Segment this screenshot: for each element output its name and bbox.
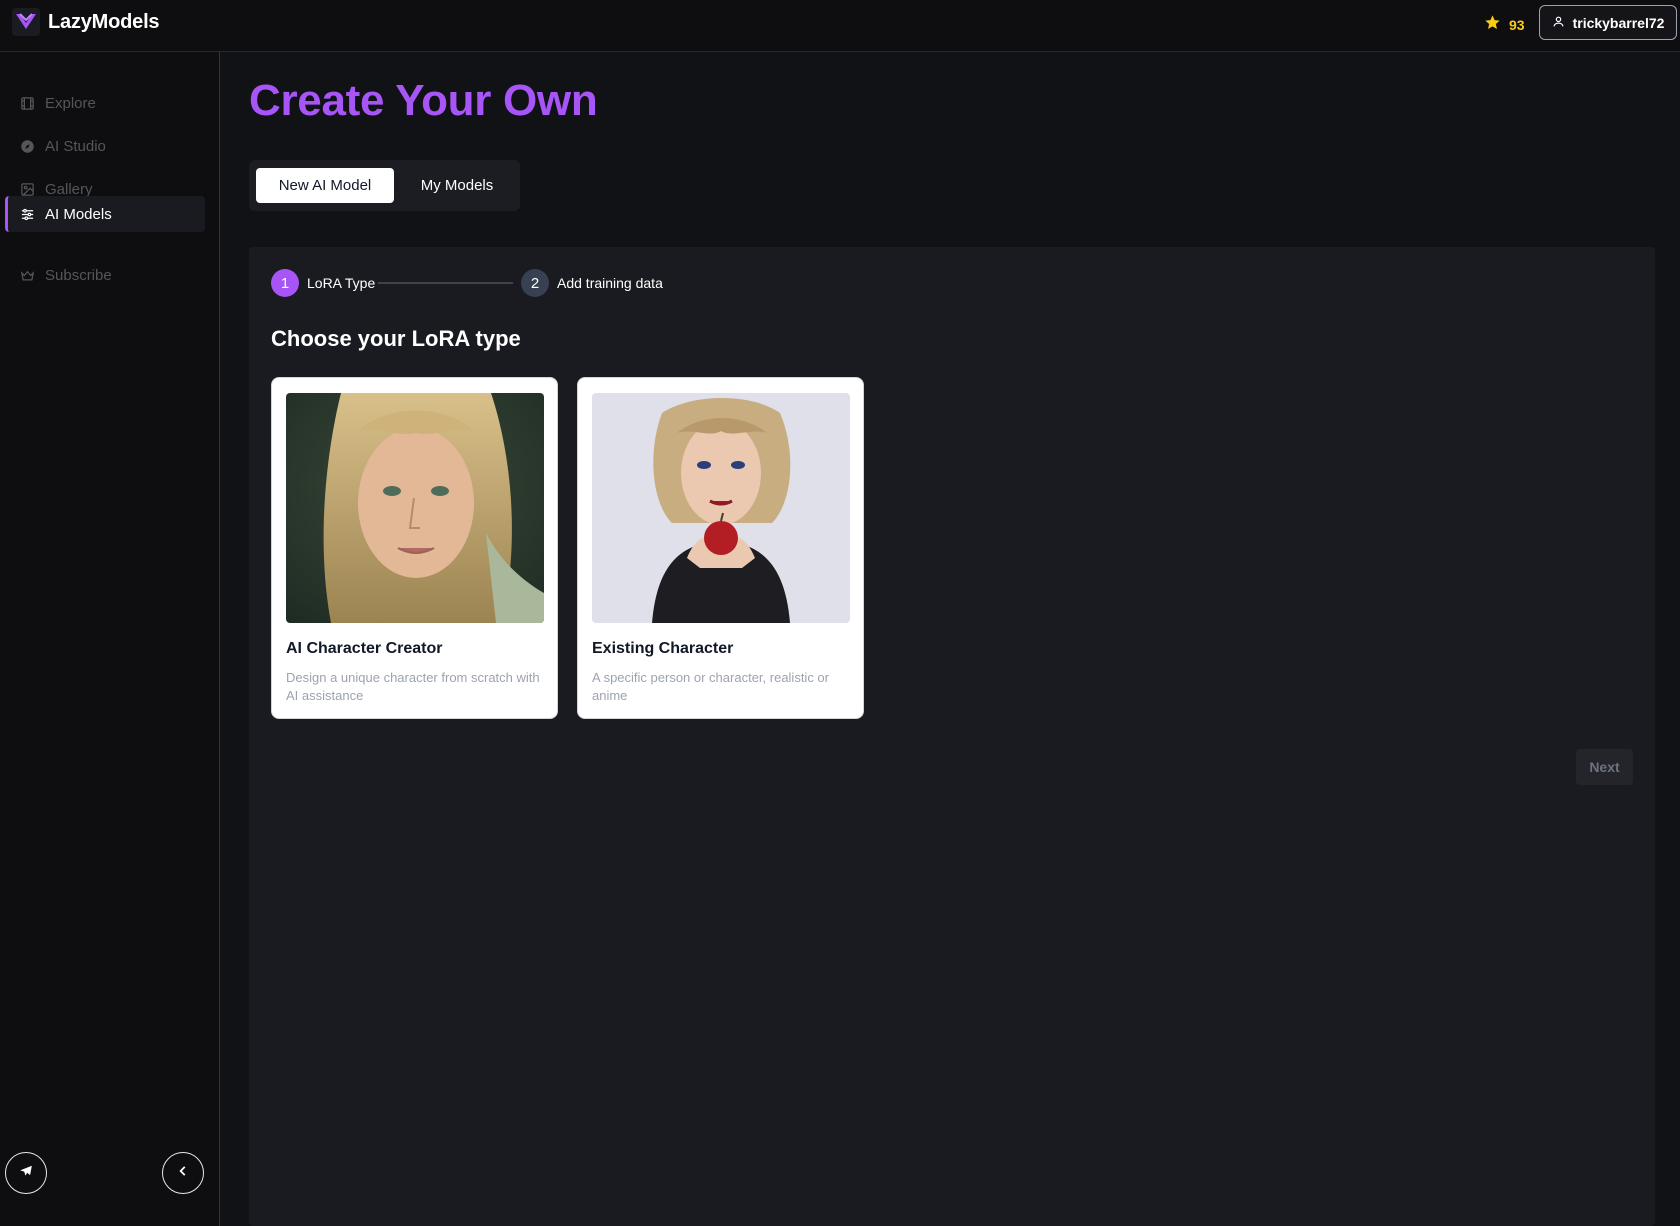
brand-logo-icon	[12, 8, 40, 36]
page-title: Create Your Own	[249, 76, 598, 125]
sidebar-item-label: Subscribe	[45, 266, 112, 284]
telegram-icon	[19, 1164, 33, 1183]
step-2-label: Add training data	[557, 275, 663, 291]
card-description: Design a unique character from scratch w…	[286, 670, 540, 703]
user-icon	[1552, 15, 1565, 31]
user-menu-button[interactable]: trickybarrel72	[1539, 5, 1677, 40]
ai-character-image	[286, 393, 544, 623]
star-icon	[1484, 14, 1501, 36]
existing-character-image	[592, 393, 850, 623]
step-1-label: LoRA Type	[307, 275, 376, 291]
sidebar-item-label: Gallery	[45, 180, 93, 198]
step-1-indicator: 1	[271, 269, 299, 297]
sidebar-item-explore[interactable]: Explore	[5, 85, 205, 121]
card-title: Existing Character	[592, 640, 734, 657]
section-title: Choose your LoRA type	[271, 326, 521, 351]
credits: 93	[1484, 12, 1525, 38]
credits-count: 93	[1509, 17, 1525, 33]
stepper-connector	[378, 282, 513, 284]
image-icon	[19, 181, 35, 197]
sidebar-item-subscribe[interactable]: Subscribe	[5, 257, 205, 293]
sidebar-item-ai-studio[interactable]: AI Studio	[5, 128, 205, 164]
lora-type-card-existing-character[interactable]: Existing Character A specific person or …	[577, 377, 864, 719]
next-button[interactable]: Next	[1576, 749, 1633, 785]
sidebar-item-label: AI Studio	[45, 137, 106, 155]
telegram-button[interactable]	[5, 1152, 47, 1194]
sidebar-item-label: Explore	[45, 94, 96, 112]
sliders-icon	[19, 206, 35, 222]
compass-icon	[19, 138, 35, 154]
brand[interactable]: LazyModels	[12, 8, 160, 36]
sidebar-item-ai-models[interactable]: AI Models	[5, 196, 205, 232]
card-description: A specific person or character, realisti…	[592, 670, 829, 703]
username: trickybarrel72	[1572, 14, 1665, 31]
tab-new-ai-model[interactable]: New AI Model	[256, 168, 394, 203]
crown-icon	[19, 267, 35, 283]
lora-type-card-ai-character[interactable]: AI Character Creator Design a unique cha…	[271, 377, 558, 719]
sidebar: Explore AI Studio Gallery AI Models Subs…	[0, 52, 220, 1226]
card-title: AI Character Creator	[286, 640, 443, 657]
brand-name: LazyModels	[48, 10, 160, 33]
tab-my-models[interactable]: My Models	[402, 168, 512, 203]
chevron-left-icon	[176, 1164, 190, 1183]
model-tabs: New AI Model My Models	[249, 160, 520, 211]
top-bar: LazyModels 93 trickybarrel72	[0, 0, 1680, 52]
film-icon	[19, 95, 35, 111]
step-2-indicator: 2	[521, 269, 549, 297]
sidebar-item-label: AI Models	[45, 205, 112, 223]
collapse-sidebar-button[interactable]	[162, 1152, 204, 1194]
